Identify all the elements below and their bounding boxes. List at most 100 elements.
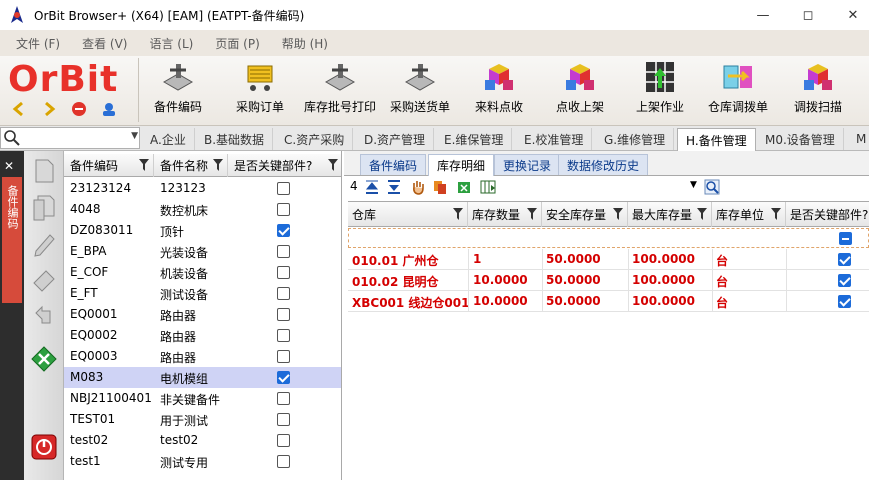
key-part-checkbox[interactable] [277, 245, 290, 258]
key-part-checkbox[interactable] [277, 203, 290, 216]
tool-transfer-scan[interactable]: 调拨扫描 [794, 58, 842, 122]
col-header-unit[interactable]: 库存单位 [712, 202, 786, 227]
tool-transfer-order[interactable]: 仓库调拨单 [708, 58, 768, 122]
close-icon[interactable]: ✕ [838, 0, 868, 30]
user-icon[interactable] [100, 100, 118, 118]
export-excel-icon[interactable] [30, 345, 58, 373]
col-header-qty[interactable]: 库存数量 [468, 202, 542, 227]
filter-icon[interactable] [139, 159, 149, 171]
col-header-key[interactable]: 是否关键部件? [786, 202, 869, 227]
tool-delivery-note[interactable]: 采购送货单 [390, 58, 450, 122]
columns-icon[interactable] [480, 179, 496, 195]
key-part-checkbox[interactable] [838, 295, 851, 308]
table-row[interactable]: EQ0003 路由器 [64, 346, 341, 367]
subtab-change-history[interactable]: 数据修改历史 [558, 154, 649, 175]
filter-key-checkbox[interactable] [839, 232, 852, 245]
key-part-checkbox[interactable] [838, 253, 851, 266]
col-header-key[interactable]: 是否关键部件? [228, 154, 341, 177]
collapse-all-icon[interactable] [364, 179, 380, 195]
col-header-warehouse[interactable]: 仓库 [348, 202, 468, 227]
grid-filter-row[interactable] [348, 228, 869, 248]
filter-icon[interactable] [328, 159, 338, 171]
menu-view[interactable]: 查看 (V) [82, 35, 127, 52]
table-row[interactable]: 23123124 123123 [64, 178, 341, 199]
tab-asset-purchase[interactable]: C.资产采购 [276, 128, 354, 150]
key-part-checkbox[interactable] [277, 287, 290, 300]
document-icon[interactable] [30, 157, 58, 185]
zoom-search-icon[interactable] [704, 179, 720, 195]
table-row[interactable]: EQ0001 路由器 [64, 304, 341, 325]
col-header-max[interactable]: 最大库存量 [628, 202, 712, 227]
filter-icon[interactable] [453, 208, 463, 220]
filter-icon[interactable] [213, 159, 223, 171]
filter-icon[interactable] [771, 208, 781, 220]
tool-receive-shelve[interactable]: 点收上架 [556, 58, 604, 122]
table-row[interactable]: NBJ21100401 非关键备件 [64, 388, 341, 409]
forward-arrow-icon[interactable] [40, 100, 58, 118]
close-icon[interactable]: ✕ [4, 159, 14, 173]
module-search-input[interactable] [23, 130, 123, 146]
menu-file[interactable]: 文件 (F) [16, 35, 60, 52]
key-part-checkbox[interactable] [277, 224, 290, 237]
table-row[interactable]: EQ0002 路由器 [64, 325, 341, 346]
stop-icon[interactable] [70, 100, 88, 118]
key-part-checkbox[interactable] [277, 308, 290, 321]
tab-more[interactable]: M [848, 128, 869, 150]
expand-all-icon[interactable] [386, 179, 402, 195]
tab-basic-data[interactable]: B.基础数据 [196, 128, 274, 150]
tool-spare-code[interactable]: 备件编码 [154, 58, 202, 122]
back-arrow-icon[interactable] [10, 100, 28, 118]
edit-icon[interactable] [30, 229, 58, 257]
undo-icon[interactable] [30, 301, 58, 329]
table-row[interactable]: test02 test02 [64, 430, 341, 451]
col-header-safety[interactable]: 安全库存量 [542, 202, 628, 227]
chevron-down-icon[interactable]: ▼ [131, 131, 138, 141]
key-part-checkbox[interactable] [277, 266, 290, 279]
table-row[interactable]: 4048 数控机床 [64, 199, 341, 220]
table-row[interactable]: DZ083011 顶针 [64, 220, 341, 241]
hand-icon[interactable] [410, 179, 426, 195]
tool-shelving-job[interactable]: 上架作业 [636, 58, 684, 122]
tab-spare-parts[interactable]: H.备件管理 [677, 128, 756, 151]
eraser-icon[interactable] [30, 265, 58, 293]
menu-help[interactable]: 帮助 (H) [282, 35, 328, 52]
maximize-icon[interactable]: ◻ [793, 0, 823, 30]
exit-icon[interactable] [30, 433, 58, 461]
table-row[interactable]: E_COF 机装设备 [64, 262, 341, 283]
tab-maintenance[interactable]: E.维保管理 [436, 128, 513, 150]
key-part-checkbox[interactable] [277, 434, 290, 447]
tool-batch-print[interactable]: 库存批号打印 [304, 58, 376, 122]
table-row[interactable]: XBC001 线边仓001 10.0000 50.0000 100.0000 台 [348, 291, 869, 312]
key-part-checkbox[interactable] [277, 371, 290, 384]
table-row[interactable]: 010.01 广州仓 1 50.0000 100.0000 台 [348, 249, 869, 270]
tool-incoming-receive[interactable]: 来料点收 [475, 58, 523, 122]
key-part-checkbox[interactable] [277, 413, 290, 426]
key-part-checkbox[interactable] [277, 392, 290, 405]
table-row[interactable]: M083 电机模组 [64, 367, 341, 388]
key-part-checkbox[interactable] [277, 329, 290, 342]
col-header-code[interactable]: 备件编码 [64, 154, 154, 177]
export-icon[interactable] [456, 179, 472, 195]
key-part-checkbox[interactable] [277, 455, 290, 468]
filter-icon[interactable] [527, 208, 537, 220]
subtab-replacement-log[interactable]: 更换记录 [494, 154, 561, 175]
menu-language[interactable]: 语言 (L) [149, 35, 193, 52]
col-header-name[interactable]: 备件名称 [154, 154, 228, 177]
tool-purchase-order[interactable]: 采购订单 [236, 58, 284, 122]
tab-calibration[interactable]: E.校准管理 [516, 128, 593, 150]
table-row[interactable]: E_FT 测试设备 [64, 283, 341, 304]
table-row[interactable]: E_BPA 光装设备 [64, 241, 341, 262]
subtab-stock-detail[interactable]: 库存明细 [428, 154, 495, 176]
tab-repair[interactable]: G.维修管理 [596, 128, 675, 150]
tab-equipment[interactable]: M0.设备管理 [757, 128, 844, 150]
filter-icon[interactable] [697, 208, 707, 220]
key-part-checkbox[interactable] [277, 182, 290, 195]
key-part-checkbox[interactable] [277, 350, 290, 363]
key-part-checkbox[interactable] [838, 274, 851, 287]
vertical-tab-spare-code[interactable]: 备件编码 [2, 177, 22, 303]
table-row[interactable]: 010.02 昆明仓 10.0000 50.0000 100.0000 台 [348, 270, 869, 291]
copy-icon[interactable] [432, 179, 448, 195]
subtab-spare-code[interactable]: 备件编码 [360, 154, 427, 175]
filter-icon[interactable] [613, 208, 623, 220]
minimize-icon[interactable]: — [748, 0, 778, 30]
